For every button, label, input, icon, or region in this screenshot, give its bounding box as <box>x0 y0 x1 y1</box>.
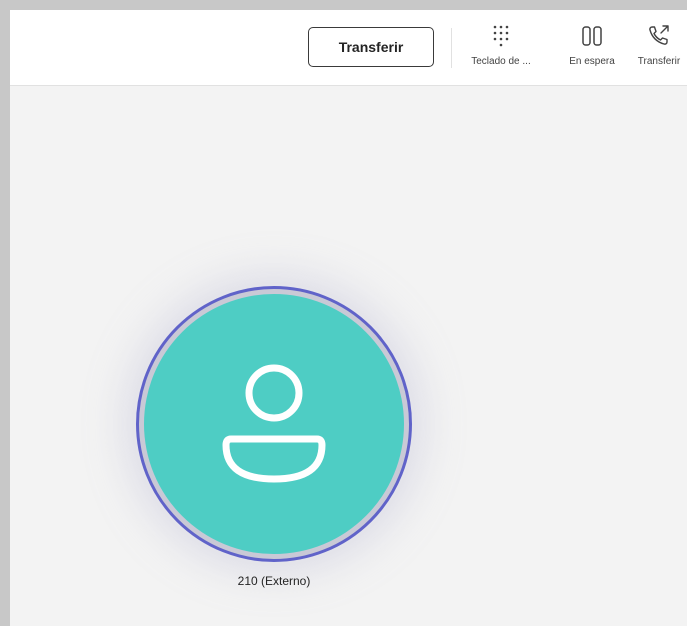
toolbar-divider <box>451 28 452 68</box>
call-toolbar: Transferir Teclado de ... En espera Tran… <box>10 10 687 86</box>
avatar-circle <box>144 294 404 554</box>
hold-label: En espera <box>569 56 615 67</box>
dialpad-icon <box>491 22 511 50</box>
caller-name: 210 (Externo) <box>237 574 311 588</box>
dialpad-label: Teclado de ... <box>471 56 531 67</box>
caller-avatar <box>136 286 412 562</box>
hold-icon <box>581 22 603 50</box>
transfer-button-label: Transferir <box>338 39 404 55</box>
call-window: Transferir Teclado de ... En espera Tran… <box>10 10 687 626</box>
person-icon <box>214 357 334 492</box>
transfer-button[interactable]: Transferir <box>308 27 434 67</box>
hold-button[interactable]: En espera <box>560 22 624 78</box>
transfer-tool-button[interactable]: Transferir <box>628 22 687 78</box>
window-frame: Transferir Teclado de ... En espera Tran… <box>0 0 687 626</box>
transfer-tool-label: Transferir <box>637 56 681 67</box>
call-transfer-icon <box>647 22 671 50</box>
dialpad-button[interactable]: Teclado de ... <box>462 22 540 78</box>
